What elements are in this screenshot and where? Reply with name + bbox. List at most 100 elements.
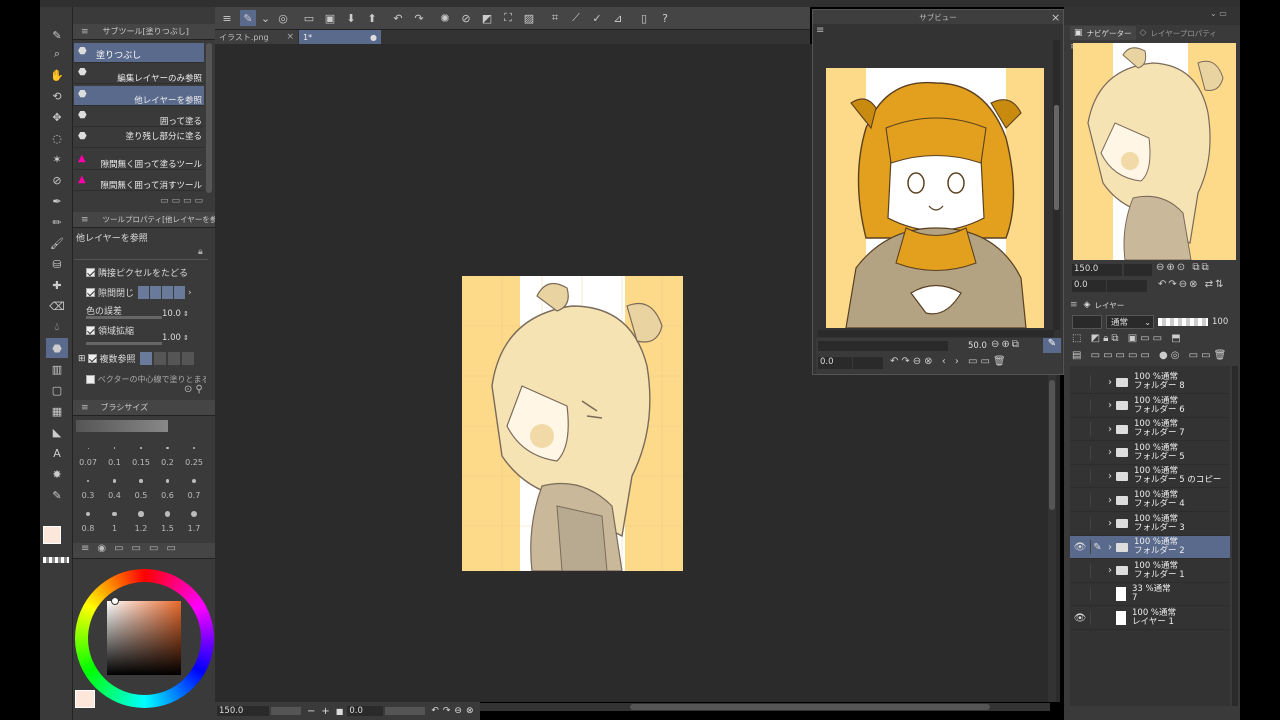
bottom-color-swatch[interactable] (75, 690, 95, 708)
layer-name[interactable]: フォルダー 1 (1134, 570, 1185, 580)
frame-icon[interactable]: ▦ (46, 401, 68, 421)
undo-icon[interactable]: ↶ (390, 10, 406, 26)
navigator-rotate-icons[interactable]: ↶↷⊖⊗ ⇄⇅ (1158, 279, 1225, 290)
subview-hscroll[interactable] (818, 330, 1054, 337)
loading-icon[interactable]: ✺ (437, 10, 453, 26)
airbrush-icon[interactable]: ⛁ (46, 254, 68, 274)
layer-name[interactable]: フォルダー 5 のコピー (1134, 476, 1221, 485)
transparent-color-swatch[interactable] (43, 557, 69, 563)
brush-size-value[interactable]: 0.2 (156, 458, 180, 467)
subview-angle-slider[interactable] (853, 357, 883, 369)
menu-icon[interactable]: ≡ (219, 10, 235, 26)
subview-nav-icons[interactable]: ↶↷⊖⊗ ‹ › ▭▭🗑︎ (890, 356, 1009, 367)
visibility-icon[interactable] (1073, 375, 1087, 389)
modified-dot-icon[interactable]: ● (370, 33, 377, 42)
brush-size-dot[interactable] (191, 511, 197, 517)
brush-size-value[interactable]: 0.6 (156, 491, 180, 500)
brush-size-dot[interactable] (140, 447, 142, 449)
layer-command-icons[interactable]: ▤ ▭▭▭▭▭ ●◎ ▭▭🗑︎ (1072, 350, 1229, 361)
subview-angle-value[interactable]: 0.0 (818, 357, 852, 369)
layer-row[interactable]: › 100 %通常 フォルダー 5 (1070, 442, 1230, 465)
brush-size-dot[interactable] (138, 511, 144, 517)
fill-icon[interactable]: ⬣ (46, 338, 68, 358)
layer-row[interactable]: 👁︎ 100 %通常 レイヤー 1 (1070, 607, 1230, 630)
brush-size-value[interactable]: 0.4 (103, 491, 127, 500)
blend-icon[interactable]: 💧︎ (46, 317, 68, 337)
brush-icon[interactable]: 🖌︎ (46, 233, 68, 253)
layer-row[interactable]: › 100 %通常 フォルダー 3 (1070, 513, 1230, 536)
brush-size-value[interactable]: 1.5 (156, 524, 180, 533)
multi-ref-checkbox[interactable] (87, 354, 97, 363)
subview-zoom-slider[interactable] (818, 341, 948, 351)
area-scaling-option[interactable]: 領域拡縮 (86, 324, 134, 337)
multi-ref-option[interactable]: ⊞ 複数参照 (78, 352, 194, 365)
export-icon[interactable]: ⬆ (364, 10, 380, 26)
eyedropper-icon[interactable]: ⊘ (46, 170, 68, 190)
brush-size-dot[interactable] (87, 447, 89, 449)
chevron-right-icon[interactable]: › (1108, 542, 1112, 553)
sub-tool-item[interactable]: ▲ 隙間無く囲って消すツール (74, 171, 204, 191)
transform-icon[interactable]: ⛶ (500, 10, 516, 26)
zoom-in-icon[interactable]: + (321, 706, 329, 717)
sub-tool-item[interactable]: ⬣ 塗り残し部分に塗る (74, 128, 204, 149)
edit-indicator-icon[interactable] (1090, 375, 1104, 389)
visibility-icon[interactable] (1073, 469, 1087, 483)
layer-name[interactable]: レイヤー 1 (1132, 618, 1176, 627)
subview-vscroll-thumb[interactable] (1054, 105, 1059, 210)
main-color-swatch[interactable] (43, 526, 61, 544)
open-icon[interactable]: ▣ (322, 10, 338, 26)
navigator-zoom-slider[interactable] (1124, 264, 1152, 276)
sub-tool-scrollbar[interactable] (206, 43, 212, 193)
brush-size-preview[interactable] (76, 420, 168, 432)
snap-ruler-icon[interactable]: ⟋ (568, 10, 584, 26)
eyedropper-icon[interactable]: ✎ (1043, 338, 1061, 353)
balloon-icon[interactable]: ✸ (46, 464, 68, 484)
edit-indicator-icon[interactable] (1090, 422, 1104, 437)
edit-indicator-icon[interactable] (1090, 398, 1104, 413)
navigator-angle-slider[interactable] (1107, 280, 1147, 292)
visibility-icon[interactable] (1073, 399, 1087, 413)
sub-tool-item[interactable]: ⬣ 他レイヤーを参照 (74, 85, 204, 106)
layer-name[interactable]: フォルダー 8 (1134, 382, 1185, 391)
edit-indicator-icon[interactable] (1090, 516, 1104, 531)
correction-icon[interactable]: ✎ (46, 485, 68, 505)
brush-size-value[interactable]: 0.3 (76, 491, 100, 500)
opacity-slider[interactable] (1158, 318, 1208, 326)
area-scaling-checkbox[interactable] (86, 326, 95, 335)
fit-icon[interactable]: ■ (336, 707, 344, 716)
sub-tool-item[interactable]: ⬣ 編集レイヤーのみ参照 (74, 64, 204, 85)
help-icon[interactable]: ? (657, 10, 673, 26)
layer-tool-icons[interactable]: ⬚ ◩🔒︎⧉ ▣▭▭ ⬒ (1072, 333, 1184, 344)
layer-row[interactable]: 33 %通常 7 (1070, 583, 1230, 607)
canvas-vscroll-thumb[interactable] (1049, 380, 1055, 510)
layer-name[interactable]: フォルダー 3 (1134, 523, 1185, 533)
subview-zoom-value[interactable]: 50.0 (968, 341, 987, 351)
visibility-icon[interactable] (1073, 446, 1087, 460)
rotate-icon[interactable]: ⟲ (46, 86, 68, 106)
multi-ref-mode-selector[interactable] (139, 352, 194, 365)
layer-row[interactable]: 👁︎ ✎ › 100 %通常 フォルダー 2 (1070, 536, 1230, 560)
edit-indicator-icon[interactable] (1090, 587, 1104, 602)
color-margin-value-box[interactable]: 10.0 ⇕ (162, 309, 189, 319)
visibility-icon[interactable] (1073, 564, 1087, 578)
brush-size-value[interactable]: 0.15 (129, 458, 153, 467)
layer-color-box[interactable] (1072, 315, 1102, 329)
angle-value[interactable]: 0.0 (347, 706, 384, 716)
crop-icon[interactable]: ⌗ (547, 10, 563, 26)
layer-name[interactable]: フォルダー 5 (1134, 452, 1185, 462)
navigator-zoom-value[interactable]: 150.0 (1072, 264, 1122, 276)
blend-mode-select[interactable]: 通常 ⌄ (1106, 315, 1154, 329)
visibility-icon[interactable] (1073, 587, 1087, 601)
layer-name[interactable]: フォルダー 2 (1134, 547, 1185, 556)
snap-special-icon[interactable]: ✓ (589, 10, 605, 26)
new-file-icon[interactable]: ▭ (301, 10, 317, 26)
color-picker-handle[interactable] (111, 597, 119, 605)
brush-size-value[interactable]: 0.8 (76, 524, 100, 533)
layer-row[interactable]: › 100 %通常 フォルダー 5 のコピー (1070, 465, 1230, 489)
canvas-hscroll-thumb[interactable] (630, 704, 990, 710)
layer-row[interactable]: › 100 %通常 フォルダー 7 (1070, 418, 1230, 442)
tab-navigator[interactable]: ▣ ナビゲーター (1070, 26, 1136, 40)
pencil-icon[interactable]: ✏ (46, 212, 68, 232)
save-icon[interactable]: ⬇ (343, 10, 359, 26)
follow-adjacent-option[interactable]: 隣接ピクセルをたどる (86, 266, 188, 279)
